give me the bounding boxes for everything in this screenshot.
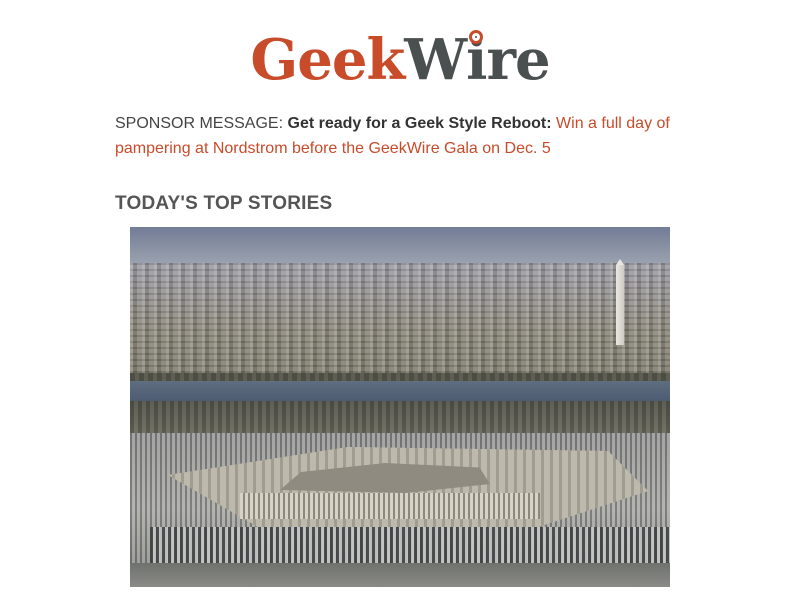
story-image-pentagon-aerial[interactable]: [130, 227, 670, 587]
sponsor-message: SPONSOR MESSAGE: Get ready for a Geek St…: [115, 111, 675, 161]
section-title-top-stories: TODAY'S TOP STORIES: [115, 193, 333, 214]
logo-wire-rest: re: [486, 27, 550, 93]
image-monument: [616, 259, 624, 345]
image-sky: [130, 227, 670, 263]
logo-geek-text: Geek: [250, 27, 405, 93]
sponsor-label: SPONSOR MESSAGE:: [115, 115, 284, 132]
image-river: [130, 381, 670, 401]
image-pentagon-facade: [240, 493, 540, 519]
image-city-skyline: [130, 263, 670, 373]
logo-wire-w: W: [404, 27, 467, 93]
image-treeline-near: [130, 401, 670, 433]
geekwire-logo[interactable]: GeekWi re: [0, 28, 800, 92]
sponsor-headline: Get ready for a Geek Style Reboot:: [287, 115, 552, 132]
logo-wire-i: i: [466, 27, 487, 93]
image-highway: [130, 563, 670, 587]
logo-wire-text: Wi re: [404, 27, 550, 93]
image-parking-lot: [150, 527, 670, 563]
